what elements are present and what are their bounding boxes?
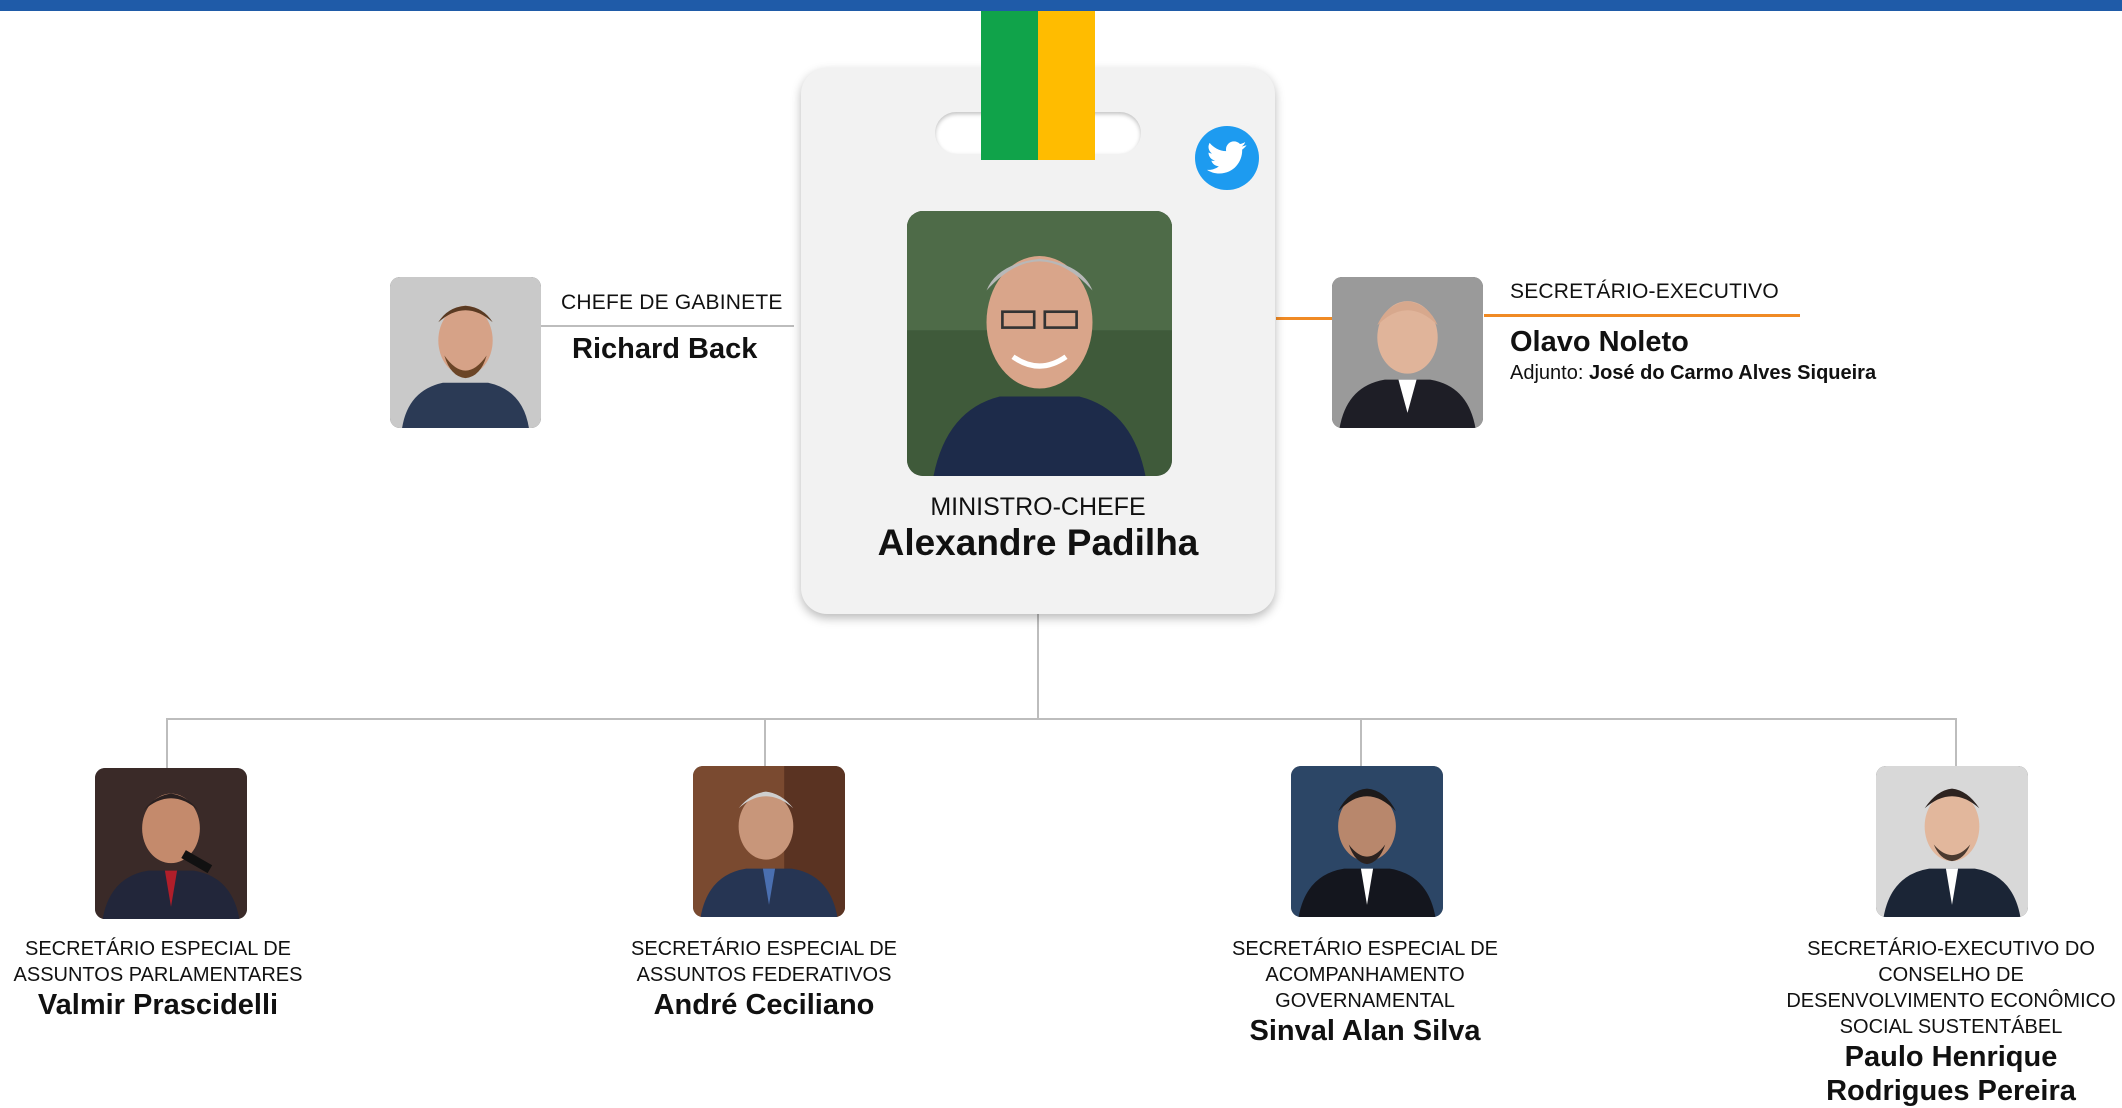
connector-horizontal: [166, 718, 1957, 720]
connector-drop-2: [764, 718, 766, 768]
connector-trunk: [1037, 614, 1039, 718]
secretary-block-1: SECRETÁRIO ESPECIAL DE ASSUNTOS PARLAMEN…: [0, 936, 316, 1022]
secretary-role-2-line-2: ASSUNTOS FEDERATIVOS: [636, 964, 892, 986]
secretary-role-4-line-1: SECRETÁRIO-EXECUTIVO DO: [1807, 938, 2095, 960]
secretary-role-1-line-2: ASSUNTOS PARLAMENTARES: [13, 964, 303, 986]
deputy-label: Adjunto:: [1510, 362, 1589, 384]
secretary-name-4-line-2: Rodrigues Pereira: [1826, 1075, 2076, 1107]
secretary-role-4-line-2: CONSELHO DE: [1878, 964, 2024, 986]
org-chart: MINISTRO-CHEFE Alexandre Padilha CHEFE D…: [0, 0, 2122, 1108]
executive-secretary-role: SECRETÁRIO-EXECUTIVO: [1510, 280, 1779, 303]
secretary-block-2: SECRETÁRIO ESPECIAL DE ASSUNTOS FEDERATI…: [604, 936, 924, 1022]
secretary-photo-2: [693, 766, 845, 917]
connector-drop-3: [1360, 718, 1362, 768]
secretary-role-3-line-1: SECRETÁRIO ESPECIAL DE: [1232, 938, 1498, 960]
secretary-role-3-line-3: GOVERNAMENTAL: [1275, 990, 1455, 1012]
secretary-name-2: André Ceciliano: [653, 989, 875, 1021]
deputy-name: José do Carmo Alves Siqueira: [1588, 362, 1877, 384]
secretary-role-2-line-1: SECRETÁRIO ESPECIAL DE: [631, 938, 897, 960]
secretary-photo-1: [95, 768, 247, 919]
secretary-role-4-line-4: SOCIAL SUSTENTÁBEL: [1839, 1016, 2063, 1038]
chief-of-staff-role: CHEFE DE GABINETE: [561, 291, 783, 314]
secretary-name-1: Valmir Prascidelli: [37, 989, 279, 1021]
secretary-block-3: SECRETÁRIO ESPECIAL DE ACOMPANHAMENTO GO…: [1205, 936, 1525, 1048]
exec-underline: [1484, 314, 1800, 317]
connector-drop-4: [1955, 718, 1957, 768]
minister-photo: [907, 211, 1172, 476]
secretary-role-1-line-1: SECRETÁRIO ESPECIAL DE: [25, 938, 291, 960]
connector-right: [1276, 317, 1332, 320]
minister-role: MINISTRO-CHEFE: [930, 493, 1146, 521]
secretary-block-4: SECRETÁRIO-EXECUTIVO DO CONSELHO DE DESE…: [1780, 936, 2122, 1108]
connector-drop-1: [166, 718, 168, 770]
lanyard-yellow: [1038, 11, 1095, 160]
secretary-name-4-line-1: Paulo Henrique: [1844, 1041, 2058, 1073]
secretary-role-3-line-2: ACOMPANHAMENTO: [1265, 964, 1465, 986]
lanyard-green: [981, 11, 1038, 160]
executive-secretary-name: Olavo Noleto: [1510, 326, 1689, 358]
secretary-photo-4: [1876, 766, 2028, 917]
secretary-name-3: Sinval Alan Silva: [1249, 1015, 1481, 1047]
minister-name: Alexandre Padilha: [877, 522, 1199, 563]
top-accent-bar: [0, 0, 2122, 11]
executive-secretary-photo: [1332, 277, 1483, 428]
chief-of-staff-name: Richard Back: [572, 333, 758, 365]
executive-secretary-deputy: Adjunto: José do Carmo Alves Siqueira: [1510, 362, 1876, 385]
chief-of-staff-photo: [390, 277, 541, 428]
secretary-photo-3: [1291, 766, 1443, 917]
secretary-role-4-line-3: DESENVOLVIMENTO ECONÔMICO: [1786, 990, 2116, 1012]
twitter-icon[interactable]: [1195, 126, 1259, 190]
connector-left: [541, 325, 794, 327]
